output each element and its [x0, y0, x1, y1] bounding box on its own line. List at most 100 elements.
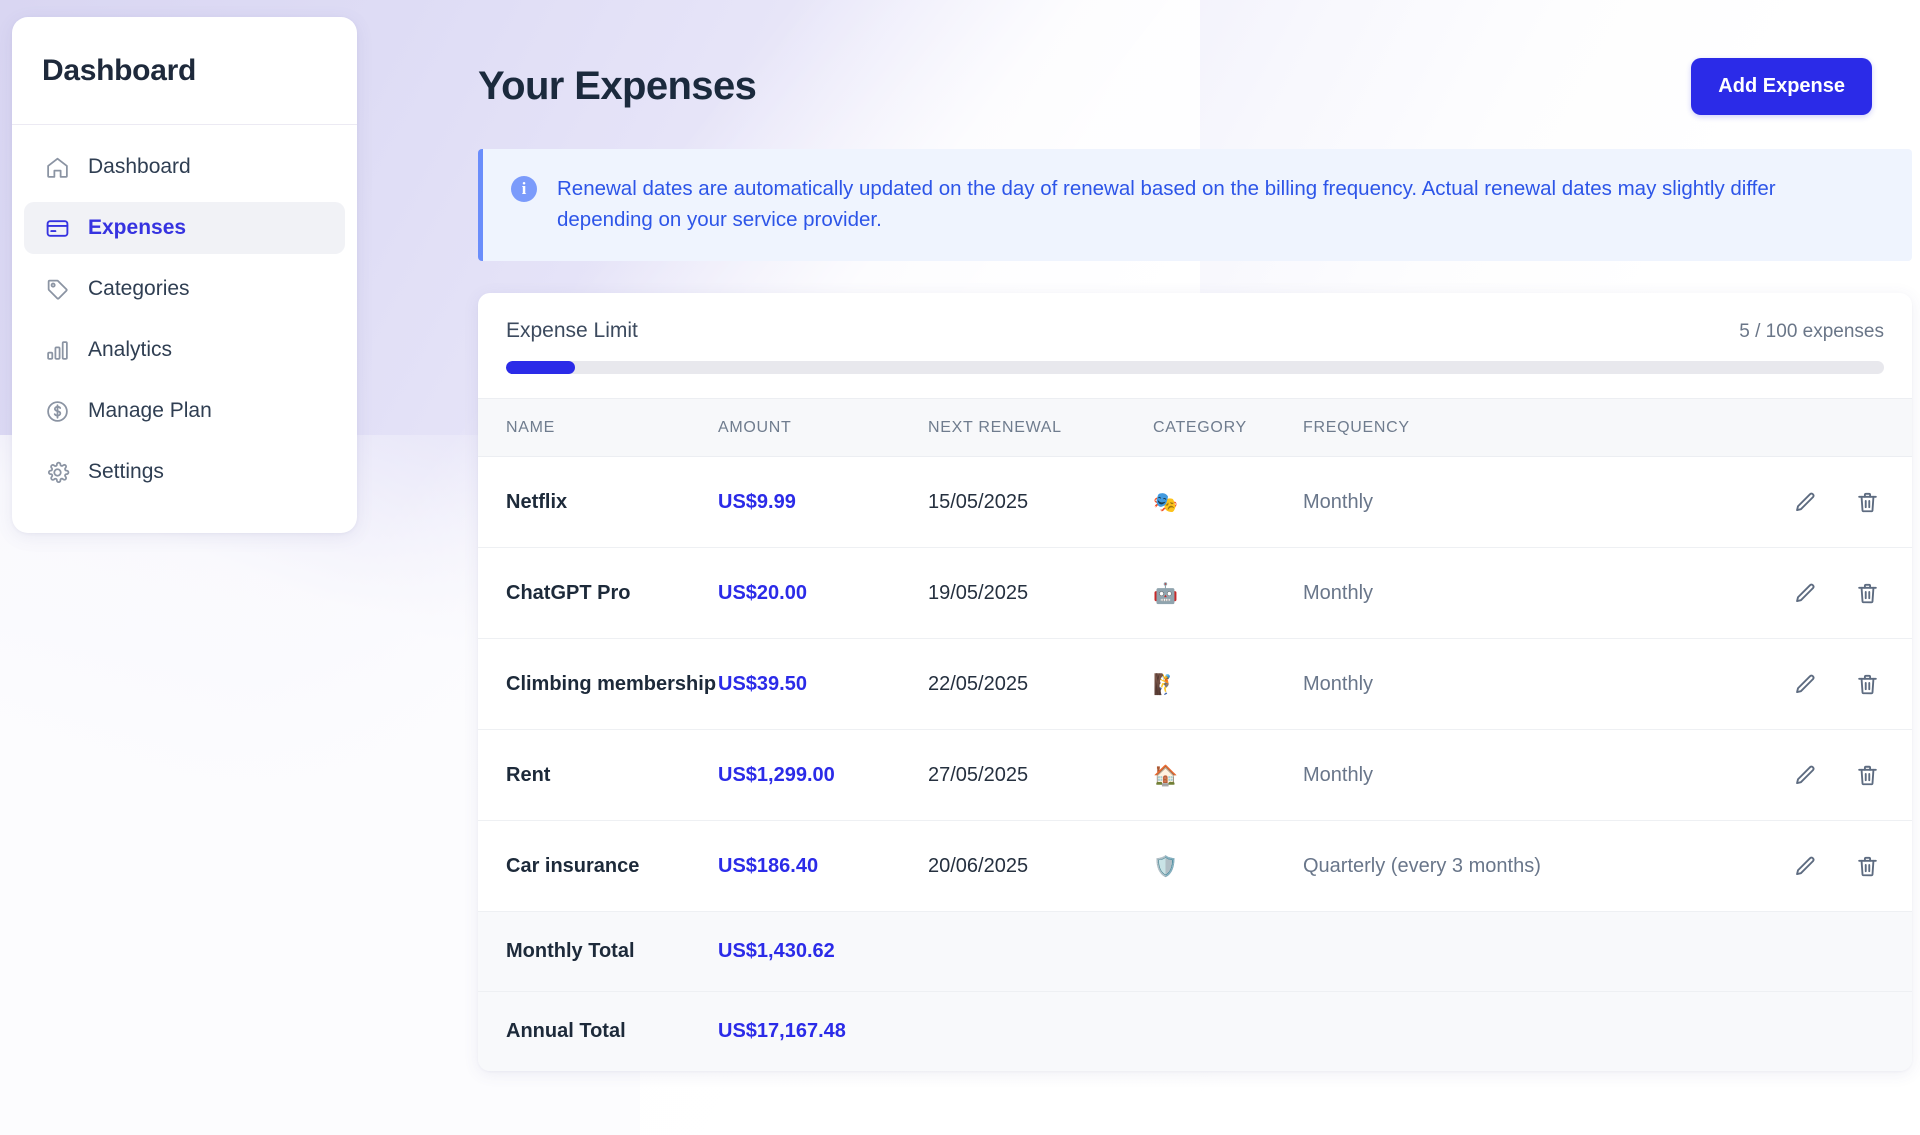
edit-icon[interactable]	[1788, 849, 1822, 883]
sidebar-nav: Dashboard Expenses Categories Analytics …	[12, 125, 357, 533]
sidebar-item-label: Manage Plan	[88, 399, 212, 422]
column-header-amount: AMOUNT	[718, 398, 928, 458]
total-row: Annual Total US$17,167.48	[478, 991, 1912, 1072]
expense-limit-progress-fill	[506, 361, 575, 375]
total-row: Monthly Total US$1,430.62	[478, 911, 1912, 993]
sidebar-item-analytics[interactable]: Analytics	[24, 324, 345, 376]
credit-card-icon	[44, 215, 70, 241]
category-emoji-icon: 🛡️	[1153, 853, 1178, 878]
table-header-row: NAME AMOUNT NEXT RENEWAL CATEGORY FREQUE…	[478, 398, 1912, 458]
total-label: Monthly Total	[478, 911, 718, 993]
info-icon: i	[511, 176, 537, 202]
expense-frequency: Quarterly (every 3 months)	[1303, 820, 1673, 913]
app-root: Dashboard Dashboard Expenses Categories …	[0, 0, 1920, 1135]
main-content: Your Expenses Add Expense i Renewal date…	[470, 0, 1920, 1135]
table-row[interactable]: Rent US$1,299.00 27/05/2025 🏠 Monthly	[478, 729, 1912, 822]
add-expense-button[interactable]: Add Expense	[1691, 58, 1872, 115]
expense-limit-row: Expense Limit 5 / 100 expenses	[506, 319, 1884, 343]
delete-icon[interactable]	[1850, 576, 1884, 610]
expense-next-renewal: 22/05/2025	[928, 638, 1153, 731]
expense-limit-label: Expense Limit	[506, 319, 638, 343]
expenses-card: Expense Limit 5 / 100 expenses NAME AMOU…	[478, 293, 1912, 1072]
expense-frequency: Monthly	[1303, 729, 1673, 822]
column-header-next-renewal: NEXT RENEWAL	[928, 398, 1153, 458]
column-header-name: NAME	[478, 398, 718, 458]
expenses-table-body: Netflix US$9.99 15/05/2025 🎭 Monthly Cha…	[478, 456, 1912, 1072]
delete-icon[interactable]	[1850, 758, 1884, 792]
expense-category: 🧗	[1153, 638, 1303, 731]
sidebar-item-label: Settings	[88, 460, 164, 483]
table-row[interactable]: Climbing membership US$39.50 22/05/2025 …	[478, 638, 1912, 731]
sidebar-item-settings[interactable]: Settings	[24, 446, 345, 498]
category-emoji-icon: 🎭	[1153, 489, 1178, 514]
total-amount: US$17,167.48	[718, 991, 928, 1072]
expenses-table: NAME AMOUNT NEXT RENEWAL CATEGORY FREQUE…	[478, 398, 1912, 1072]
row-actions	[1673, 729, 1912, 822]
expense-name: ChatGPT Pro	[478, 547, 718, 640]
expense-next-renewal: 27/05/2025	[928, 729, 1153, 822]
category-emoji-icon: 🤖	[1153, 580, 1178, 605]
row-actions	[1673, 820, 1912, 913]
page-header: Your Expenses Add Expense	[470, 0, 1920, 115]
banner-text: Renewal dates are automatically updated …	[557, 177, 1776, 232]
total-amount: US$1,430.62	[718, 911, 928, 993]
tag-icon	[44, 276, 70, 302]
row-actions	[1673, 547, 1912, 640]
expense-name: Rent	[478, 729, 718, 822]
sidebar-header: Dashboard	[12, 17, 357, 125]
expense-amount: US$39.50	[718, 638, 928, 731]
bar-chart-icon	[44, 337, 70, 363]
dollar-circle-icon	[44, 398, 70, 424]
column-header-frequency: FREQUENCY	[1303, 398, 1673, 458]
sidebar-item-label: Categories	[88, 277, 190, 300]
expense-frequency: Monthly	[1303, 638, 1673, 731]
sidebar-item-dashboard[interactable]: Dashboard	[24, 141, 345, 193]
page-title: Your Expenses	[478, 64, 757, 108]
sidebar: Dashboard Dashboard Expenses Categories …	[12, 17, 357, 533]
expense-next-renewal: 20/06/2025	[928, 820, 1153, 913]
renewal-info-banner: i Renewal dates are automatically update…	[478, 149, 1912, 262]
sidebar-item-manage-plan[interactable]: Manage Plan	[24, 385, 345, 437]
delete-icon[interactable]	[1850, 849, 1884, 883]
total-label: Annual Total	[478, 991, 718, 1072]
expense-amount: US$186.40	[718, 820, 928, 913]
expense-category: 🤖	[1153, 547, 1303, 640]
expense-name: Netflix	[478, 456, 718, 549]
column-header-category: CATEGORY	[1153, 398, 1303, 458]
edit-icon[interactable]	[1788, 485, 1822, 519]
category-emoji-icon: 🏠	[1153, 762, 1178, 787]
expense-frequency: Monthly	[1303, 547, 1673, 640]
expense-amount: US$20.00	[718, 547, 928, 640]
expense-next-renewal: 15/05/2025	[928, 456, 1153, 549]
sidebar-title: Dashboard	[42, 53, 196, 87]
sidebar-item-expenses[interactable]: Expenses	[24, 202, 345, 254]
gear-icon	[44, 459, 70, 485]
table-row[interactable]: Netflix US$9.99 15/05/2025 🎭 Monthly	[478, 456, 1912, 549]
edit-icon[interactable]	[1788, 667, 1822, 701]
expense-category: 🎭	[1153, 456, 1303, 549]
home-icon	[44, 154, 70, 180]
expense-category: 🛡️	[1153, 820, 1303, 913]
expense-next-renewal: 19/05/2025	[928, 547, 1153, 640]
delete-icon[interactable]	[1850, 667, 1884, 701]
expense-limit-progress-track	[506, 361, 1884, 375]
sidebar-item-label: Analytics	[88, 338, 173, 361]
table-row[interactable]: ChatGPT Pro US$20.00 19/05/2025 🤖 Monthl…	[478, 547, 1912, 640]
sidebar-item-label: Expenses	[88, 216, 187, 239]
sidebar-item-label: Dashboard	[88, 155, 191, 178]
delete-icon[interactable]	[1850, 485, 1884, 519]
row-actions	[1673, 456, 1912, 549]
sidebar-item-categories[interactable]: Categories	[24, 263, 345, 315]
expense-name: Car insurance	[478, 820, 718, 913]
column-header-actions	[1673, 398, 1912, 458]
edit-icon[interactable]	[1788, 576, 1822, 610]
edit-icon[interactable]	[1788, 758, 1822, 792]
row-actions	[1673, 638, 1912, 731]
table-row[interactable]: Car insurance US$186.40 20/06/2025 🛡️ Qu…	[478, 820, 1912, 913]
expense-amount: US$9.99	[718, 456, 928, 549]
expense-limit-section: Expense Limit 5 / 100 expenses	[478, 293, 1912, 398]
expenses-table-head: NAME AMOUNT NEXT RENEWAL CATEGORY FREQUE…	[478, 398, 1912, 458]
expense-frequency: Monthly	[1303, 456, 1673, 549]
expense-category: 🏠	[1153, 729, 1303, 822]
expense-name: Climbing membership	[478, 638, 718, 731]
